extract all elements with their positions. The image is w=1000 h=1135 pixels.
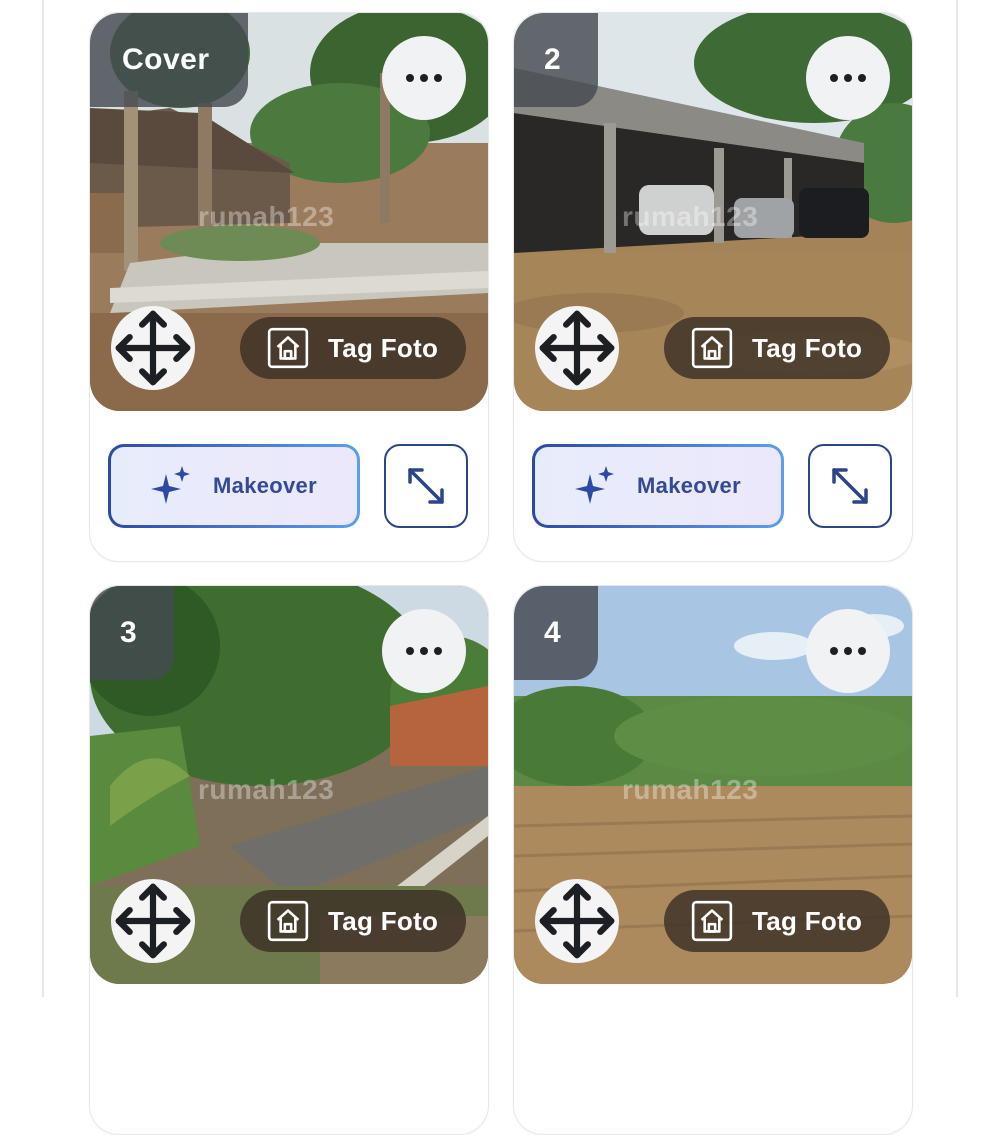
photo-card-3: rumah123 3 Tag Foto — [89, 585, 489, 1135]
house-tag-icon — [690, 899, 734, 943]
photo-thumbnail[interactable]: rumah123 Cover Tag Foto — [90, 13, 488, 411]
tag-photo-label: Tag Foto — [328, 332, 439, 363]
more-dot — [830, 74, 838, 82]
tag-photo-label: Tag Foto — [328, 905, 439, 936]
more-options-button[interactable] — [382, 36, 466, 120]
drag-handle-button[interactable] — [535, 879, 619, 963]
more-dot — [434, 74, 442, 82]
drag-handle-button[interactable] — [535, 306, 619, 390]
house-tag-icon — [266, 899, 310, 943]
photo-card-2: rumah123 2 Tag Foto Makeover — [513, 12, 913, 562]
photo-card-4: rumah123 4 Tag Foto — [513, 585, 913, 1135]
makeover-label: Makeover — [637, 473, 741, 498]
tag-photo-label: Tag Foto — [752, 332, 863, 363]
more-options-button[interactable] — [806, 36, 890, 120]
photo-number-badge: 4 — [514, 586, 598, 680]
photo-number-badge: 2 — [514, 13, 598, 107]
house-tag-icon — [266, 326, 310, 370]
expand-button[interactable] — [808, 444, 892, 528]
tag-photo-button[interactable]: Tag Foto — [664, 890, 890, 952]
house-tag-icon — [690, 326, 734, 370]
photo-thumbnail[interactable]: rumah123 2 Tag Foto — [514, 13, 912, 411]
expand-diagonal-icon — [832, 468, 868, 504]
more-dot — [434, 647, 442, 655]
expand-button[interactable] — [384, 444, 468, 528]
cover-badge: Cover — [90, 13, 248, 107]
photo-thumbnail[interactable]: rumah123 3 Tag Foto — [90, 586, 488, 984]
makeover-button[interactable]: Makeover — [532, 444, 784, 528]
more-dot — [858, 647, 866, 655]
photo-card-cover: rumah123 Cover Tag Foto Makeover — [89, 12, 489, 562]
move-arrows-icon — [539, 310, 615, 386]
more-dot — [844, 647, 852, 655]
makeover-label: Makeover — [213, 473, 317, 498]
more-dot — [406, 74, 414, 82]
move-arrows-icon — [539, 883, 615, 959]
makeover-button[interactable]: Makeover — [108, 444, 360, 528]
more-dot — [844, 74, 852, 82]
drag-handle-button[interactable] — [111, 306, 195, 390]
move-arrows-icon — [115, 310, 191, 386]
drag-handle-button[interactable] — [111, 879, 195, 963]
sparkle-icon — [151, 466, 191, 504]
tag-photo-button[interactable]: Tag Foto — [240, 890, 466, 952]
more-options-button[interactable] — [806, 609, 890, 693]
photo-thumbnail[interactable]: rumah123 4 Tag Foto — [514, 586, 912, 984]
expand-diagonal-icon — [408, 468, 444, 504]
more-dot — [420, 74, 428, 82]
sparkle-icon — [575, 466, 615, 504]
more-dot — [830, 647, 838, 655]
more-dot — [406, 647, 414, 655]
tag-photo-button[interactable]: Tag Foto — [664, 317, 890, 379]
left-divider — [42, 0, 44, 997]
move-arrows-icon — [115, 883, 191, 959]
more-dot — [420, 647, 428, 655]
more-dot — [858, 74, 866, 82]
tag-photo-button[interactable]: Tag Foto — [240, 317, 466, 379]
tag-photo-label: Tag Foto — [752, 905, 863, 936]
more-options-button[interactable] — [382, 609, 466, 693]
photo-number-badge: 3 — [90, 586, 174, 680]
right-divider — [956, 0, 958, 997]
